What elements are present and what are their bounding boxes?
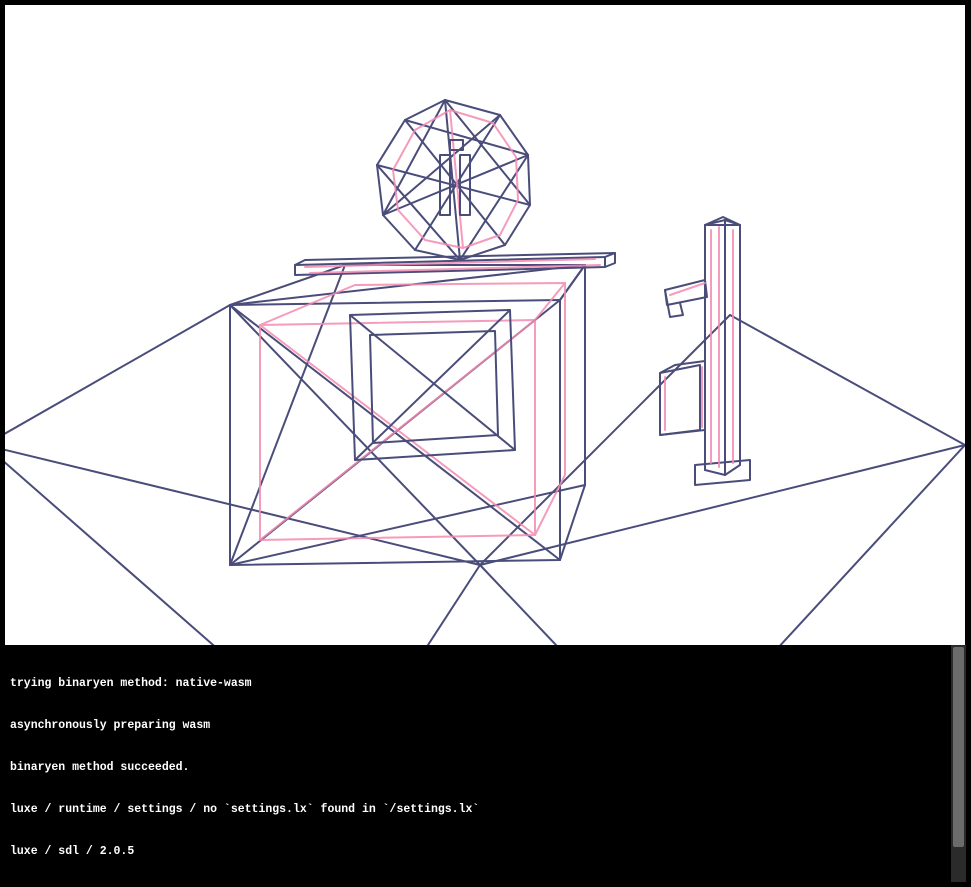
floor-mesh <box>5 305 965 645</box>
head-sphere-highlight <box>393 110 518 248</box>
app-frame: trying binaryen method: native-wasm asyn… <box>5 5 966 882</box>
console-line: luxe / runtime / settings / no `settings… <box>10 803 960 817</box>
body-cube-highlight <box>260 283 565 540</box>
console-scrollbar-thumb[interactable] <box>953 647 964 847</box>
console-line: luxe / sdl / 2.0.5 <box>10 845 960 859</box>
head-sphere-mesh <box>377 100 530 260</box>
console-line: binaryen method succeeded. <box>10 761 960 775</box>
console-scrollbar[interactable] <box>951 645 966 882</box>
console-line: asynchronously preparing wasm <box>10 719 960 733</box>
pump-column-mesh <box>660 217 750 485</box>
front-panel-mesh <box>350 310 515 460</box>
console-line: trying binaryen method: native-wasm <box>10 677 960 691</box>
body-cube-mesh <box>230 265 585 565</box>
wireframe-canvas[interactable] <box>5 5 965 645</box>
render-viewport[interactable] <box>5 5 965 645</box>
debug-console[interactable]: trying binaryen method: native-wasm asyn… <box>5 645 965 882</box>
